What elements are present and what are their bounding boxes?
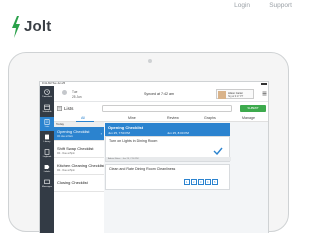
lists-title: Lists	[64, 105, 74, 111]
lists-icon	[57, 106, 62, 111]
rail-label: Timeclock	[42, 96, 52, 98]
rail-label: Labels	[43, 171, 51, 173]
search-input[interactable]	[102, 105, 232, 112]
book-icon	[45, 134, 49, 140]
list-item[interactable]: Kitchen Cleaning Checklist 0/4 · Due at …	[54, 161, 105, 175]
support-link[interactable]: Support	[269, 2, 292, 9]
calendar-icon	[44, 104, 50, 110]
rail-item-lists[interactable]: Lists	[40, 117, 54, 131]
tab-manage[interactable]: Manage	[242, 116, 255, 120]
detail-title: Opening Checklist	[108, 124, 144, 130]
page: Jolt Login Support 9:41 AM Tue Jun 25 Ti…	[0, 0, 300, 233]
checklist-detail: Opening Checklist Jun 25, 7:50 PM Jun 25…	[104, 122, 268, 233]
jolt-logo[interactable]: Jolt	[10, 16, 60, 40]
list-item-title: Opening Checklist	[57, 129, 90, 134]
top-nav: Jolt Login Support	[0, 0, 300, 50]
login-link[interactable]: Login	[234, 2, 250, 9]
label-icon	[44, 165, 50, 169]
rail-item-timeclock[interactable]: Timeclock	[40, 87, 54, 101]
rail-item-labels[interactable]: Labels	[40, 162, 54, 176]
checklist-list: Today Opening Checklist 0/4 due at 9am ›…	[54, 122, 105, 233]
list-item[interactable]: Opening Checklist 0/4 due at 9am ›	[54, 127, 104, 141]
rail-label: Schedule	[42, 111, 52, 113]
task-footer: Admin Notes · Jun 25, 7:50 PM	[106, 157, 231, 161]
sync-status: Synced at 7:42 am	[144, 92, 174, 96]
tab-all[interactable]: All	[81, 116, 85, 120]
rail-label: Library	[43, 141, 51, 143]
rail-label: Messages	[42, 186, 52, 188]
app-header: Tue 25 Jun Synced at 7:42 am Alison Cart…	[54, 86, 268, 102]
header-date: 25 Jun	[72, 94, 82, 99]
header-day-of-week: Tue	[72, 90, 78, 94]
lists-toolbar: Lists SUBMIT	[54, 102, 268, 115]
list-item-meta: 0/4 due at 9am	[57, 135, 73, 138]
status-time: 9:41 AM Tue Jun 25	[42, 82, 66, 85]
list-item-title: Closing Checklist	[57, 180, 88, 185]
side-rail: Timeclock Schedule Lists Library Logbook	[40, 86, 54, 233]
rail-item-messages[interactable]: Messages	[40, 177, 54, 191]
logbook-icon	[44, 149, 50, 155]
battery-icon	[261, 82, 267, 86]
detail-date-right: Jun 25, 8:00 PM	[167, 130, 189, 135]
task-card[interactable]: Clean and Rate Dining Room Cleanliness 1…	[105, 164, 230, 190]
rating-button[interactable]: 5	[212, 179, 218, 185]
rail-item-logbook[interactable]: Logbook	[40, 147, 54, 161]
submit-button[interactable]: SUBMIT	[240, 105, 266, 112]
detail-header: Opening Checklist Jun 25, 7:50 PM Jun 25…	[105, 123, 230, 136]
rating-button[interactable]: 3	[198, 179, 204, 185]
rail-label: Logbook	[42, 156, 52, 158]
task-card[interactable]: Turn on Lights in Dining Room Admin Note…	[105, 136, 231, 162]
message-icon	[44, 179, 50, 184]
tab-review[interactable]: Review	[167, 116, 179, 120]
list-item-title: Kitchen Cleaning Checklist	[57, 163, 105, 168]
task-title: Turn on Lights in Dining Room	[109, 139, 158, 143]
jolt-logo-icon	[12, 16, 20, 38]
list-tabs: All Mine Review Graphs Manage	[54, 115, 268, 122]
rail-label: Lists	[44, 126, 50, 128]
rail-item-library[interactable]: Library	[40, 132, 54, 146]
list-icon	[44, 119, 50, 125]
rating-pagination: 1 2 3 4 5	[184, 179, 229, 186]
user-profile-chip[interactable]: Alison Carter Sig at 9:17 PT	[216, 89, 254, 99]
checkmark-icon	[213, 147, 223, 155]
brand-name: Jolt	[24, 18, 52, 35]
detail-date-left: Jun 25, 7:50 PM	[108, 130, 130, 135]
tablet-screen: 9:41 AM Tue Jun 25 Timeclock Schedule Li…	[39, 81, 269, 233]
rating-button[interactable]: 2	[191, 179, 197, 185]
rail-item-schedule[interactable]: Schedule	[40, 102, 54, 116]
list-item-title: Shift Swap Checklist	[57, 146, 94, 151]
tablet-frame: 9:41 AM Tue Jun 25 Timeclock Schedule Li…	[8, 52, 289, 233]
task-title: Clean and Rate Dining Room Cleanliness	[109, 167, 176, 171]
list-item[interactable]: Closing Checklist	[54, 178, 104, 192]
rating-button[interactable]: 4	[205, 179, 211, 185]
clock-icon	[44, 89, 50, 95]
tab-mine[interactable]: Mine	[128, 116, 136, 120]
chevron-right-icon: ›	[100, 131, 102, 136]
list-item[interactable]: Shift Swap Checklist 0/4 · Due at 5pm	[54, 144, 104, 158]
hamburger-icon[interactable]	[262, 91, 267, 96]
avatar	[218, 91, 226, 99]
tab-graphs[interactable]: Graphs	[204, 116, 216, 120]
profile-subtitle: Sig at 9:17 PT	[228, 95, 244, 98]
tablet-camera	[148, 59, 152, 63]
list-item-meta: 0/4 · Due at 5pm	[57, 169, 75, 172]
list-item-meta: 0/4 · Due at 5pm	[57, 152, 75, 155]
weather-icon	[62, 90, 67, 95]
rating-button[interactable]: 1	[184, 179, 190, 185]
